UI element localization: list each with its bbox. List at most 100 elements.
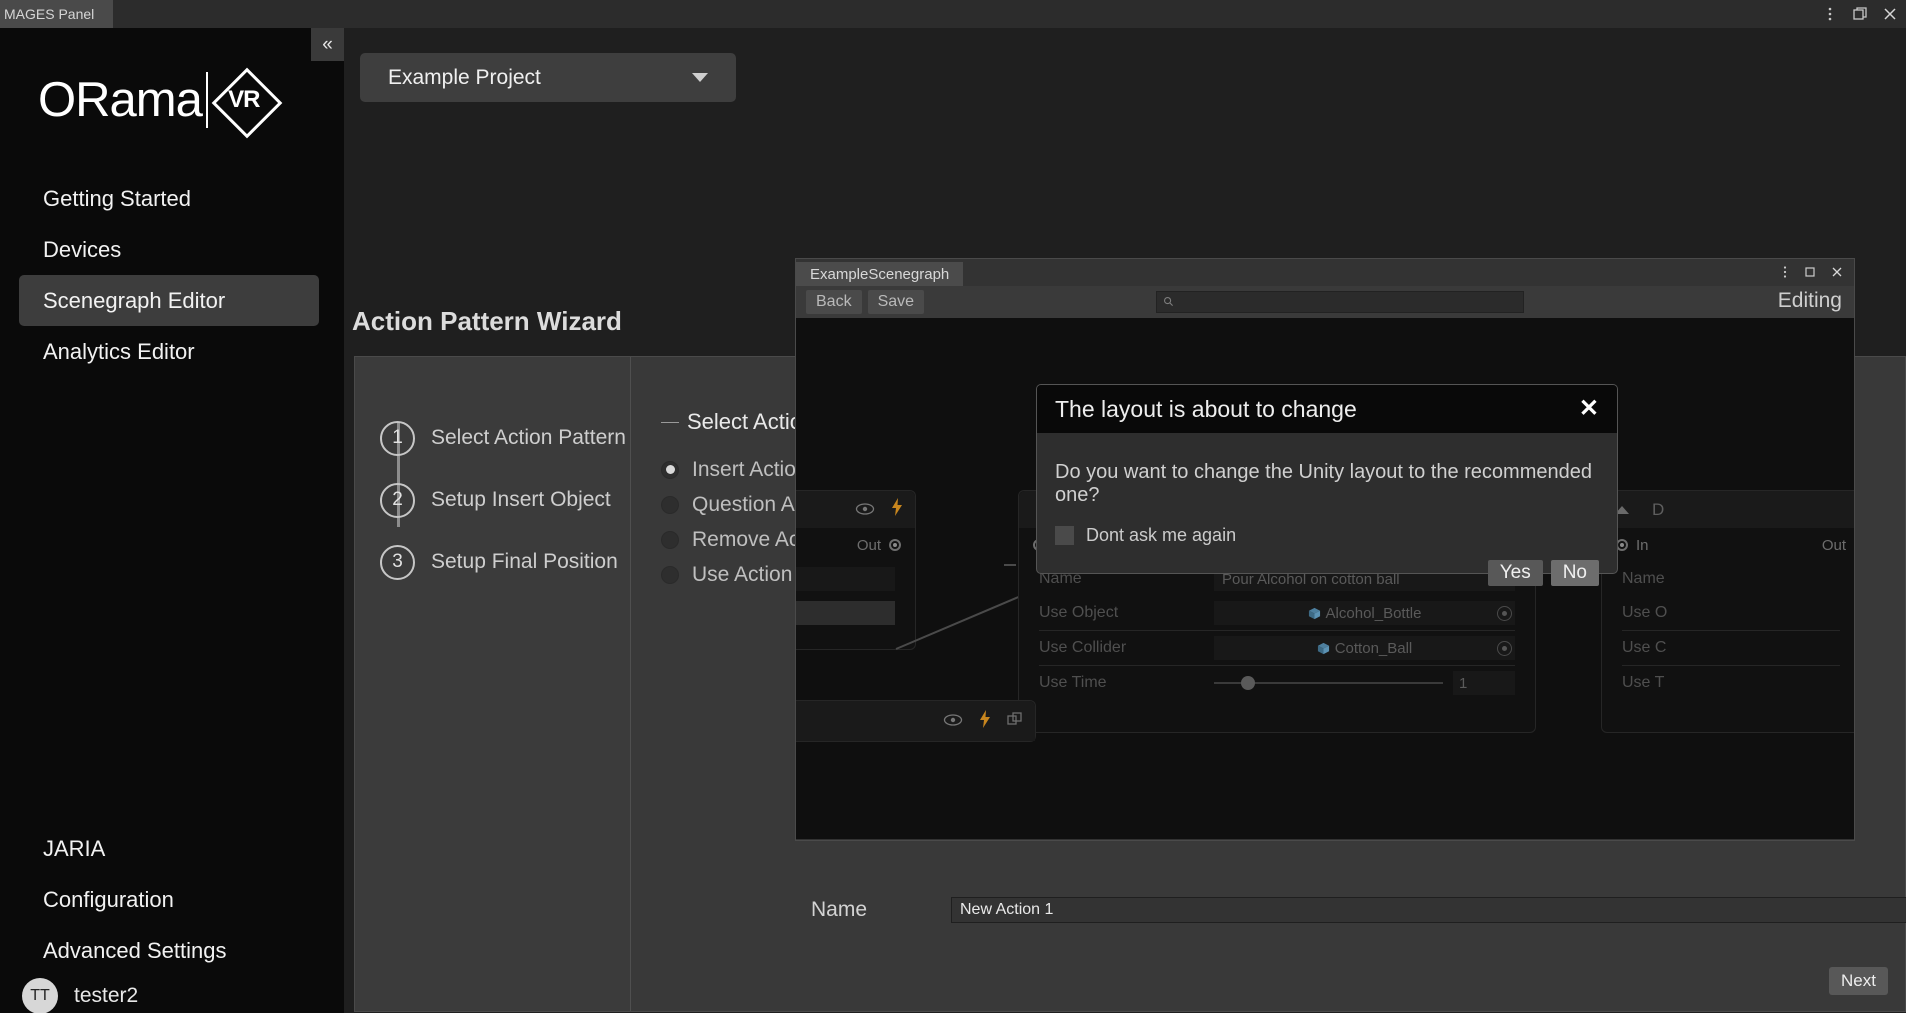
node-header: n Action) (796, 491, 915, 528)
lightning-icon[interactable] (891, 498, 903, 521)
avatar: TT (22, 978, 58, 1013)
logo-vr-text: VR (213, 69, 275, 131)
name-input[interactable]: New Action 1 (951, 897, 1906, 923)
duplicate-icon[interactable] (1007, 711, 1023, 732)
top-window-bar: MAGES Panel (0, 0, 1906, 28)
node-field-row: uestion (796, 562, 915, 596)
in-port-label: In (1636, 537, 1649, 554)
slider-knob[interactable] (1241, 676, 1255, 690)
radio-indicator (661, 531, 679, 549)
user-name: tester2 (74, 984, 138, 1008)
eye-icon[interactable] (943, 711, 963, 731)
dont-ask-again-label: Dont ask me again (1086, 525, 1236, 546)
sidebar-item-devices[interactable]: Devices (19, 224, 319, 275)
kebab-menu-icon[interactable] (1822, 6, 1838, 22)
action-name-row: Name New Action 1 (811, 897, 1906, 923)
step-label: Setup Final Position (431, 550, 618, 574)
sidebar-item-scenegraph-editor[interactable]: Scenegraph Editor (19, 275, 319, 326)
field-label: Use Time (1039, 674, 1214, 692)
object-picker-button[interactable] (1497, 606, 1512, 621)
object-picker-button[interactable] (1497, 641, 1512, 656)
next-button[interactable]: Next (1829, 967, 1888, 995)
sidebar-item-label: Configuration (43, 887, 174, 913)
sidebar-item-label: JARIA (43, 836, 105, 862)
close-window-icon[interactable] (1830, 265, 1844, 284)
dont-ask-again-row[interactable]: Dont ask me again (1037, 507, 1617, 546)
use-time-value[interactable]: 1 (1453, 671, 1515, 695)
graph-edge (1004, 564, 1016, 566)
sidebar-item-getting-started[interactable]: Getting Started (19, 173, 319, 224)
node-question-action[interactable]: n Action) Out (796, 490, 916, 650)
step-number: 1 (380, 421, 415, 456)
save-button[interactable]: Save (868, 290, 924, 314)
node-header: D (1602, 491, 1854, 528)
node-bottom-question-action[interactable]: on (Question Action) (796, 700, 1036, 742)
node-field-row: Use O (1602, 596, 1854, 630)
sidebar-item-jaria[interactable]: JARIA (19, 823, 319, 874)
restore-window-icon[interactable] (1852, 6, 1868, 22)
logo-diamond-icon: VR (213, 69, 275, 131)
node-io-row: In Out (1602, 528, 1854, 562)
field-value: Cotton_Ball (1335, 640, 1413, 657)
back-button[interactable]: Back (806, 290, 862, 314)
project-selector[interactable]: Example Project (360, 53, 736, 102)
dialog-actions: Yes No (1037, 546, 1617, 586)
node-header: on (Question Action) (796, 701, 1035, 741)
field-label: Use C (1622, 639, 1797, 657)
step-number: 2 (380, 483, 415, 518)
scenegraph-toolbar: Back Save Editing (796, 286, 1854, 318)
node-title: D (1652, 500, 1664, 520)
scenegraph-window-controls (1778, 262, 1844, 286)
node-field-value[interactable]: Question (796, 601, 895, 625)
use-time-slider[interactable] (1214, 682, 1443, 684)
eye-icon[interactable] (855, 500, 875, 520)
orama-vr-logo: ORama VR (38, 68, 275, 132)
close-window-icon[interactable] (1882, 6, 1898, 22)
node-right-partial[interactable]: D In Out Name Use O (1601, 490, 1854, 733)
field-value-wrap[interactable]: Cotton_Ball (1214, 636, 1515, 660)
sidebar-item-label: Devices (43, 237, 121, 263)
mages-panel-tab[interactable]: MAGES Panel (0, 0, 113, 28)
dialog-title-bar: The layout is about to change ✕ (1037, 385, 1617, 433)
node-field-row: Use T (1602, 666, 1854, 700)
sidebar-item-label: Getting Started (43, 186, 191, 212)
left-sidebar: ORama VR Getting Started Devices Scenegr… (0, 28, 344, 1013)
window-controls (1822, 0, 1898, 28)
restore-window-icon[interactable] (1804, 265, 1818, 284)
out-port[interactable] (889, 539, 901, 551)
sidebar-item-analytics-editor[interactable]: Analytics Editor (19, 326, 319, 377)
field-value-wrap[interactable]: Alcohol_Bottle (1214, 601, 1515, 625)
sidebar-nav: Getting Started Devices Scenegraph Edito… (0, 173, 344, 377)
node-field-row: Question (796, 596, 915, 630)
field-label: Use Object (1039, 604, 1214, 622)
prefab-cube-icon (1317, 642, 1330, 655)
yes-button[interactable]: Yes (1488, 560, 1543, 586)
no-button[interactable]: No (1551, 560, 1599, 586)
node-field-value[interactable]: uestion (796, 567, 895, 591)
wizard-step-3[interactable]: 3 Setup Final Position (355, 531, 630, 593)
wizard-step-2[interactable]: 2 Setup Insert Object (355, 469, 630, 531)
out-port-label: Out (857, 537, 881, 554)
search-input[interactable] (1156, 291, 1524, 313)
wizard-step-1[interactable]: 1 Select Action Pattern (355, 407, 630, 469)
dialog-message: Do you want to change the Unity layout t… (1037, 433, 1617, 507)
dont-ask-again-checkbox[interactable] (1055, 526, 1074, 545)
field-label: Name (1622, 570, 1797, 588)
out-port-label: Out (1822, 537, 1846, 554)
sidebar-item-configuration[interactable]: Configuration (19, 874, 319, 925)
radio-label: Insert Action (692, 458, 808, 482)
field-label: Use O (1622, 604, 1797, 622)
close-icon[interactable]: ✕ (1579, 397, 1599, 421)
kebab-menu-icon[interactable] (1778, 265, 1792, 284)
sidebar-item-advanced-settings[interactable]: Advanced Settings (19, 925, 319, 976)
lightning-icon[interactable] (979, 710, 991, 733)
node-field-use-object: Use Object Alcohol_Bottle (1019, 596, 1535, 630)
sidebar-collapse-button[interactable]: « (311, 28, 344, 61)
user-profile[interactable]: TT tester2 (22, 978, 138, 1013)
tab-example-scenegraph[interactable]: ExampleScenegraph (796, 262, 963, 286)
layout-change-dialog: The layout is about to change ✕ Do you w… (1036, 384, 1618, 574)
radio-indicator (661, 566, 679, 584)
step-label: Setup Insert Object (431, 488, 611, 512)
page-title: Action Pattern Wizard (352, 306, 622, 337)
node-header-icons (943, 710, 1023, 733)
